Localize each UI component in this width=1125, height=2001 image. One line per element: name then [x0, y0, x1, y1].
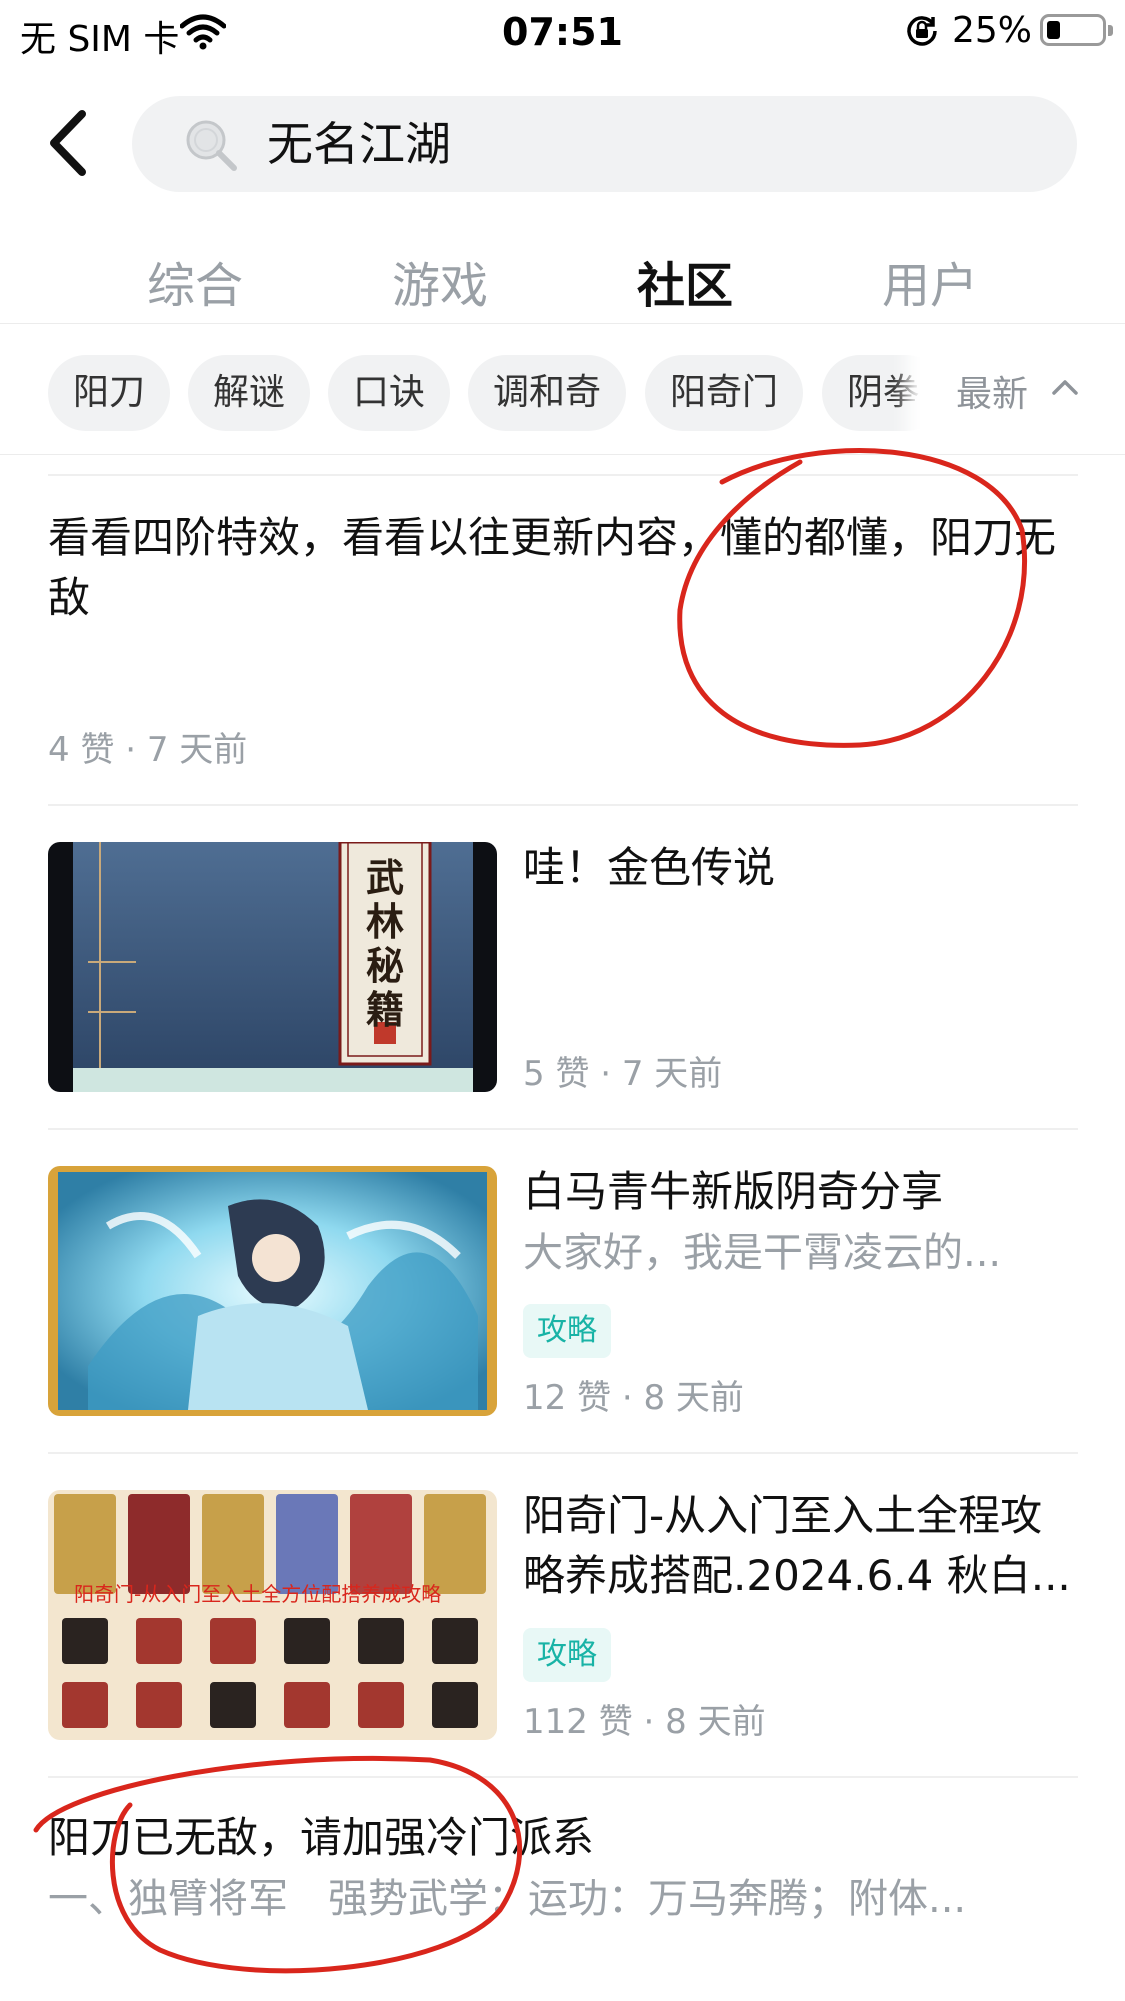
tab-综合[interactable]: 综合: [115, 246, 275, 316]
tag-badge: 攻略: [523, 1304, 611, 1358]
battery-percent: 25%: [952, 10, 1033, 51]
battery-icon: [1040, 14, 1113, 46]
tab-用户[interactable]: 用户: [850, 246, 1010, 316]
post-title[interactable]: 阳奇门-从入门至入土全程攻略养成搭配.2024.6.4 秋白...: [523, 1486, 1078, 1606]
post-thumbnail[interactable]: 阳奇门-从入门至入土全方位配搭养成攻略: [48, 1490, 497, 1740]
post-meta: 4 赞 · 7 天前: [48, 730, 248, 770]
chevron-up-icon: [1052, 380, 1078, 395]
book-cover-image: [48, 842, 497, 1092]
tab-游戏[interactable]: 游戏: [360, 246, 520, 316]
tab-社区[interactable]: 社区: [605, 246, 765, 316]
battery-level: [1047, 21, 1060, 39]
book-title-text: 武林秘籍: [365, 855, 404, 1032]
search-icon: [186, 120, 237, 171]
post-meta: 5 赞 · 7 天前: [523, 1054, 723, 1094]
post-thumbnail[interactable]: [48, 1166, 497, 1416]
tab-label: 社区: [636, 258, 733, 314]
post-meta: 12 赞 · 8 天前: [523, 1378, 744, 1418]
filter-bar: 阳刀 解谜 口诀 调和奇 阳奇门 阴拳 最新: [0, 325, 1125, 455]
post-title[interactable]: 白马青牛新版阴奇分享: [523, 1162, 1078, 1222]
post-meta: 112 赞 · 8 天前: [523, 1702, 766, 1742]
post-title[interactable]: 阳刀已无敌，请加强冷门派系: [48, 1808, 748, 1868]
post-summary: 一、独臂将军 强势武学：运功：万马奔腾；附体...: [48, 1876, 967, 1922]
post-text[interactable]: 看看四阶特效，看看以往更新内容，懂的都懂，阳刀无敌: [48, 508, 1078, 628]
divider: [48, 804, 1078, 806]
tag-badge: 攻略: [523, 1628, 611, 1682]
divider: [48, 1776, 1078, 1778]
search-input[interactable]: 无名江湖: [132, 96, 1077, 192]
skills-grid-image: [48, 1490, 497, 1740]
status-bar: 无 SIM 卡 07:51 25%: [0, 0, 1125, 66]
post-title[interactable]: 哇！金色传说: [523, 838, 1078, 898]
character-art-image: [48, 1166, 497, 1416]
post-thumbnail[interactable]: 武林秘籍: [48, 842, 497, 1092]
sort-dropdown[interactable]: 最新: [920, 325, 1125, 454]
filter-chip[interactable]: 调和奇: [468, 355, 626, 431]
filter-chip[interactable]: 阳奇门: [645, 355, 803, 431]
tab-bar: 综合 游戏 社区 用户: [0, 232, 1125, 324]
divider: [48, 1452, 1078, 1454]
search-value: 无名江湖: [267, 117, 451, 171]
sort-label: 最新: [956, 374, 1029, 415]
orientation-lock-icon: [907, 16, 937, 46]
divider: [48, 474, 1078, 476]
filter-chip[interactable]: 解谜: [188, 355, 310, 431]
filter-chip[interactable]: 阳刀: [48, 355, 170, 431]
filter-chip[interactable]: 口诀: [328, 355, 450, 431]
image-banner-text: 阳奇门-从入门至入土全方位配搭养成攻略: [74, 1582, 442, 1606]
post-summary: 大家好，我是干霄凌云的...: [523, 1230, 1002, 1276]
divider: [48, 1128, 1078, 1130]
back-button[interactable]: [44, 108, 94, 178]
